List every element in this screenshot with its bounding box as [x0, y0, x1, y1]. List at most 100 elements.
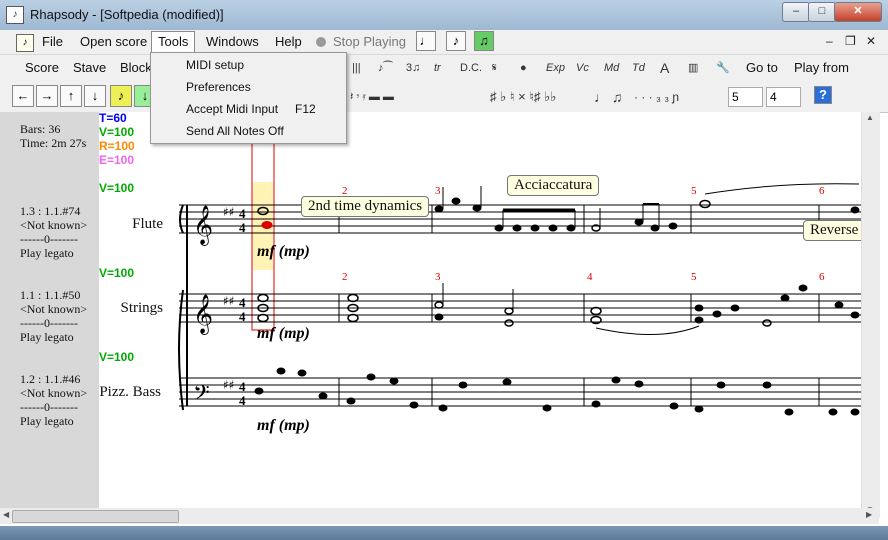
mdi-minimize-button[interactable]: – [826, 34, 833, 48]
arrow-right-icon[interactable]: → [36, 85, 58, 107]
bar-number: 3 [435, 271, 441, 283]
menu-item-preferences[interactable]: Preferences [186, 80, 251, 94]
r-label: R=100 [99, 139, 135, 153]
arrow-up-icon[interactable]: ↑ [60, 85, 82, 107]
bass-key-signature: ♯♯ [223, 378, 235, 392]
block-button[interactable]: Block [120, 58, 152, 78]
toolbar-commands: Score Stave Block ||| ♪⁀ 3♫ tr D.C. 𝄋 ● … [0, 55, 888, 83]
stave-button[interactable]: Stave [73, 58, 106, 78]
mdi-restore-button[interactable]: ❐ [845, 34, 856, 48]
mdi-close-button[interactable]: ✕ [866, 34, 876, 48]
scroll-left-icon[interactable]: ◀ [3, 510, 9, 519]
tempo-label: T=60 [99, 112, 127, 125]
menu-open-score[interactable]: Open score [74, 33, 153, 51]
menu-tools[interactable]: Tools [151, 31, 196, 53]
expression-icon[interactable]: Exp [546, 58, 565, 78]
document-icon[interactable]: ♪ [16, 34, 34, 52]
svg-text:4: 4 [239, 220, 246, 235]
menu-item-midi-setup[interactable]: MIDI setup [186, 58, 244, 72]
velocity-icon[interactable]: Vc [576, 58, 589, 78]
vertical-scrollbar[interactable]: ▲ ▼ [861, 112, 880, 518]
stave-1-articulation: Play legato [20, 246, 74, 260]
score-canvas[interactable]: T=60 V=100 R=100 E=100 V=100 V=100 V=100… [99, 112, 861, 518]
play-from-button[interactable]: Play from [794, 58, 849, 78]
arrow-down-icon[interactable]: ↓ [84, 85, 106, 107]
flag-note-icon[interactable]: ♪ [446, 31, 466, 51]
toolbar-notes: ← → ↑ ↓ ♪ ↓ 𝄽 𝄾 𝄿 ▬ ▬ ♯ ♭ ♮ × ♮♯ ♭♭ ♩ ♫ … [0, 82, 888, 113]
bar-number: 5 [691, 185, 697, 197]
flute-tie [704, 183, 860, 195]
note-up-icon[interactable]: ♪ [110, 85, 132, 107]
bar-number: 3 [435, 185, 441, 197]
rhapsody-app-icon[interactable]: ♪ [6, 6, 24, 24]
score-button[interactable]: Score [25, 58, 59, 78]
text-icon[interactable]: A [660, 58, 669, 78]
stave-3-name: Pizz. Bass [99, 384, 161, 400]
e-label: E=100 [99, 153, 134, 167]
maximize-button[interactable]: □ [808, 2, 836, 22]
stave-info-panel: Bars: 36 Time: 2m 27s 1.3 : 1.1.#74 <Not… [0, 112, 99, 518]
menu-windows[interactable]: Windows [200, 33, 265, 51]
svg-text:4: 4 [239, 309, 246, 324]
rest-icons[interactable]: 𝄽 𝄾 𝄿 ▬ ▬ [350, 87, 394, 107]
stave-2-articulation: Play legato [20, 330, 74, 344]
quarter-note-icon[interactable]: ♩ [416, 31, 436, 51]
bass-clef: 𝄢 [193, 381, 210, 411]
volume-label: V=100 [99, 125, 134, 139]
bar-number: 5 [691, 271, 697, 283]
menu-file[interactable]: File [36, 33, 69, 51]
trill-icon[interactable]: tr [434, 58, 441, 78]
slur-icon[interactable]: ♪⁀ [378, 58, 392, 78]
accidental-icons[interactable]: ♯ ♭ ♮ × ♮♯ ♭♭ [490, 87, 556, 107]
segno-icon[interactable]: 𝄋 [492, 58, 497, 78]
horizontal-scrollbar[interactable]: ◀ ▶ [0, 508, 879, 524]
bars-count: Bars: 36 [20, 122, 61, 136]
bar-number: 6 [819, 185, 825, 197]
tempo-icon[interactable]: Td [632, 58, 645, 78]
playback-time: Time: 2m 27s [20, 136, 87, 150]
strings-tie [595, 325, 700, 336]
go-to-button[interactable]: Go to [746, 58, 778, 78]
dot-icons[interactable]: · · · ₃ ₃ ɲ [634, 87, 679, 107]
horizontal-scroll-thumb[interactable] [12, 510, 179, 523]
beamed-note-icon[interactable]: ♫ [474, 31, 494, 51]
menu-help[interactable]: Help [269, 33, 308, 51]
stave-3-position: 1.2 : 1.1.#46 [20, 372, 81, 386]
strings-time-signature: 4 [239, 295, 246, 310]
stave-2-separator: ------0------- [20, 316, 78, 330]
stave-3-instrument: <Not known> [20, 386, 88, 400]
annotation-acciaccatura[interactable]: Acciaccatura [507, 175, 600, 196]
note-value-icons[interactable]: ♩ ♫ [594, 87, 622, 107]
beat-spin-input[interactable]: 4 [766, 87, 801, 107]
annotation-2nd-time-dynamics[interactable]: 2nd time dynamics [301, 196, 430, 217]
close-button[interactable]: ✕ [834, 2, 882, 22]
stop-icon [316, 37, 326, 47]
minimize-button[interactable]: – [782, 2, 810, 22]
status-bar [0, 526, 888, 540]
bar-number: 4 [587, 271, 593, 283]
annotation-reverse[interactable]: Reverse [803, 220, 861, 241]
arrow-left-icon[interactable]: ← [12, 85, 34, 107]
strings-treble-clef: 𝄞 [193, 294, 213, 335]
barline-icon[interactable]: ||| [352, 58, 361, 78]
menu-stop-playing[interactable]: Stop Playing [327, 33, 412, 51]
help-icon[interactable]: ? [814, 86, 832, 104]
piano-icon[interactable]: ▥ [688, 58, 698, 78]
menu-item-send-all-notes-off[interactable]: Send All Notes Off [186, 124, 284, 138]
strings-notes [257, 283, 860, 327]
menu-item-accept-midi-input[interactable]: Accept Midi Input [186, 102, 278, 116]
stave-2-volume: V=100 [99, 266, 134, 280]
stave-2-name: Strings [120, 300, 163, 316]
dal-capo-icon[interactable]: D.C. [460, 58, 482, 78]
tuplet-icon[interactable]: 3♫ [406, 58, 420, 78]
scroll-right-icon[interactable]: ▶ [866, 510, 872, 519]
bass-stave-lines [179, 377, 861, 407]
scroll-up-icon[interactable]: ▲ [866, 113, 874, 122]
stave-1-instrument: <Not known> [20, 218, 88, 232]
bar-spin-input[interactable]: 5 [728, 87, 763, 107]
wrench-icon[interactable]: 🔧 [716, 58, 730, 78]
stave-1-separator: ------0------- [20, 232, 78, 246]
modulation-icon[interactable]: Md [604, 58, 619, 78]
stamp-icon[interactable]: ● [520, 58, 527, 78]
bass-dynamics: mf (mp) [257, 417, 310, 434]
